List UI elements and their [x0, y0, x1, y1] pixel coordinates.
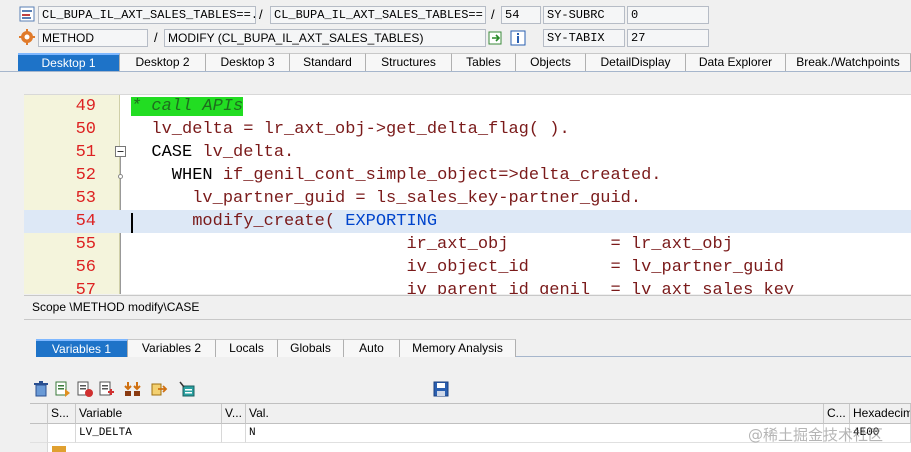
code-comment: * call APIs [131, 97, 244, 116]
code-token: ir_axt_obj = lr_axt_obj [131, 235, 733, 254]
line-number: 57 [75, 281, 96, 294]
grid-header-hexadecimal[interactable]: Hexadecim [850, 404, 911, 424]
code-line[interactable]: 55 ir_axt_obj = lr_axt_obj [24, 233, 911, 256]
copy-icon[interactable] [98, 380, 116, 398]
method-icon [19, 29, 35, 45]
line-number: 55 [75, 235, 96, 254]
code-text: iv_parent_id_genil = lv_axt_sales_key [131, 279, 794, 294]
code-line[interactable]: 51 CASE lv_delta. [24, 141, 911, 164]
program-field[interactable]: CL_BUPA_IL_AXT_SALES_TABLES==... [38, 6, 256, 24]
code-token: iv_object_id = lv_partner_guid [131, 258, 784, 277]
code-token: lv_delta = lr_axt_obj->get_delta_flag( )… [131, 120, 570, 139]
line-number: 56 [75, 258, 96, 277]
code-token: lv_partner_guid = ls_sales_key-partner_g… [131, 189, 642, 208]
code-line[interactable]: 57 iv_parent_id_genil = lv_axt_sales_key [24, 279, 911, 294]
sysvar-value-field[interactable]: 0 [627, 6, 709, 24]
separator: / [154, 30, 158, 45]
code-keyword: EXPORTING [345, 212, 438, 231]
tab-standard[interactable]: Standard [290, 53, 366, 71]
code-line[interactable]: 50 lv_delta = lr_axt_obj->get_delta_flag… [24, 118, 911, 141]
value-cell[interactable]: N [246, 424, 824, 443]
grid-header-v[interactable]: V... [222, 404, 246, 424]
reset-icon[interactable] [76, 380, 94, 398]
tab-desktop-3[interactable]: Desktop 3 [206, 53, 290, 71]
tab-desktop-2[interactable]: Desktop 2 [120, 53, 206, 71]
event-type-field[interactable]: METHOD [38, 29, 148, 47]
tab-break-watchpoints[interactable]: Break./Watchpoints [786, 53, 911, 71]
code-line[interactable]: 52 WHEN if_genil_cont_simple_object=>del… [24, 164, 911, 187]
tab-detail-display[interactable]: DetailDisplay [586, 53, 686, 71]
folder-icon [52, 446, 66, 452]
desktop-tabstrip: Desktop 1 Desktop 2 Desktop 3 Standard S… [0, 53, 911, 72]
line-number: 49 [75, 97, 96, 116]
save-icon[interactable] [432, 380, 450, 398]
code-text: ir_axt_obj = lr_axt_obj [131, 233, 733, 256]
code-token: modify_create( [131, 212, 346, 231]
sysvar-name-field[interactable]: SY-SUBRC [543, 6, 625, 24]
tab-auto[interactable]: Auto [344, 339, 400, 357]
event-name-field[interactable]: MODIFY (CL_BUPA_IL_AXT_SALES_TABLES) [164, 29, 486, 47]
tab-variables-2[interactable]: Variables 2 [128, 339, 216, 357]
code-line[interactable]: 54 modify_create( EXPORTING [24, 210, 911, 233]
program-icon [19, 6, 35, 22]
line-number-field[interactable]: 54 [501, 6, 541, 24]
text-cursor [131, 213, 133, 233]
tab-locals[interactable]: Locals [216, 339, 278, 357]
details-icon[interactable] [54, 380, 72, 398]
variables-tabstrip: Variables 1 Variables 2 Locals Globals A… [36, 339, 911, 357]
variable-name-cell[interactable]: LV_DELTA [76, 424, 222, 443]
code-token: lv_delta. [202, 143, 295, 162]
code-line[interactable]: 49 * call APIs [24, 95, 911, 118]
delete-icon[interactable] [32, 380, 50, 398]
code-text: iv_object_id = lv_partner_guid [131, 256, 784, 279]
grid-header-status[interactable]: S... [48, 404, 76, 424]
tab-memory-analysis[interactable]: Memory Analysis [400, 339, 516, 357]
line-number: 54 [75, 212, 96, 231]
source-code-editor[interactable]: 49 * call APIs 50 lv_delta = lr_axt_obj->g… [24, 94, 911, 294]
code-text: lv_delta = lr_axt_obj->get_delta_flag( )… [131, 118, 570, 141]
tab-tables[interactable]: Tables [452, 53, 516, 71]
separator: / [491, 7, 495, 22]
tab-desktop-1[interactable]: Desktop 1 [18, 53, 120, 71]
row-selector[interactable] [30, 443, 48, 452]
grid-header-value[interactable]: Val. [246, 404, 824, 424]
include-field[interactable]: CL_BUPA_IL_AXT_SALES_TABLES==... [270, 6, 486, 24]
tab-globals[interactable]: Globals [278, 339, 344, 357]
line-number: 53 [75, 189, 96, 208]
line-number: 52 [75, 166, 96, 185]
separator: / [259, 7, 263, 22]
filter-icon[interactable] [178, 380, 196, 398]
sysvar-value-field[interactable]: 27 [627, 29, 709, 47]
code-text: WHEN if_genil_cont_simple_object=>delta_… [131, 164, 662, 187]
code-line[interactable]: 53 lv_partner_guid = ls_sales_key-partne… [24, 187, 911, 210]
tab-structures[interactable]: Structures [366, 53, 452, 71]
row-selector[interactable] [30, 424, 48, 443]
move-icon[interactable] [124, 380, 142, 398]
code-keyword: WHEN [131, 166, 223, 185]
v-cell [222, 424, 246, 443]
grid-header-selector [30, 404, 48, 424]
sysvar-name-field[interactable]: SY-TABIX [543, 29, 625, 47]
row-status [48, 424, 76, 443]
code-token: iv_parent_id_genil = lv_axt_sales_key [131, 281, 795, 294]
code-line[interactable]: 56 iv_object_id = lv_partner_guid [24, 256, 911, 279]
info-icon[interactable] [510, 30, 526, 46]
code-token: if_genil_cont_simple_object=>delta_creat… [222, 166, 662, 185]
watermark: @稀土掘金技术社区 [748, 426, 884, 444]
code-text: * call APIs [131, 95, 244, 118]
grid-header-variable[interactable]: Variable [76, 404, 222, 424]
line-number: 50 [75, 120, 96, 139]
code-text: modify_create( EXPORTING [131, 210, 437, 233]
code-keyword: CASE [131, 143, 203, 162]
navigate-icon[interactable] [488, 30, 504, 46]
grid-header-c[interactable]: C... [824, 404, 850, 424]
code-text: lv_partner_guid = ls_sales_key-partner_g… [131, 187, 641, 210]
tab-data-explorer[interactable]: Data Explorer [686, 53, 786, 71]
tab-objects[interactable]: Objects [516, 53, 586, 71]
line-number: 51 [75, 143, 96, 162]
export-icon[interactable] [150, 380, 168, 398]
scope-bar: Scope \METHOD modify\CASE [24, 295, 911, 320]
code-text: CASE lv_delta. [131, 141, 294, 164]
tab-variables-1[interactable]: Variables 1 [36, 339, 128, 357]
